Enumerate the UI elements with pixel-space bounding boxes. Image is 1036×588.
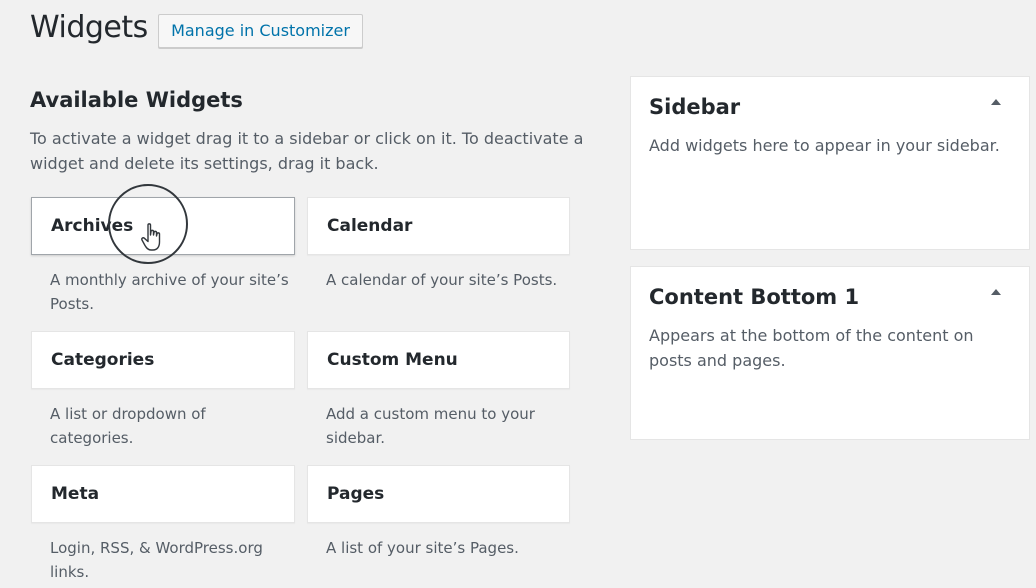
available-widgets-heading: Available Widgets [30,88,243,112]
widget-archives-description: A monthly archive of your site’s Posts. [50,271,289,313]
widget-custom-menu[interactable]: Custom Menu [307,331,570,389]
manage-in-customizer-button[interactable]: Manage in Customizer [158,14,363,48]
content-bottom-1-description: Appears at the bottom of the content on … [649,326,974,370]
widget-meta-description: Login, RSS, & WordPress.org links. [50,539,263,581]
widget-categories[interactable]: Categories [31,331,295,389]
available-widgets-description: To activate a widget drag it to a sideba… [30,129,584,173]
content-bottom-1-widget-area[interactable]: Content Bottom 1 Appears at the bottom o… [630,266,1030,440]
widget-meta[interactable]: Meta [31,465,295,523]
widget-pages-description: A list of your site’s Pages. [326,539,519,557]
arrow-up-icon[interactable] [991,99,1001,105]
hand-pointer-icon [141,223,161,251]
sidebar-widget-area[interactable]: Sidebar Add widgets here to appear in yo… [630,76,1030,250]
widget-custom-menu-description: Add a custom menu to your sidebar. [326,405,535,447]
widget-calendar-description: A calendar of your site’s Posts. [326,271,558,289]
content-bottom-1-title: Content Bottom 1 [649,285,860,309]
widget-calendar[interactable]: Calendar [307,197,570,255]
page-title: Widgets [30,10,148,45]
sidebar-area-title: Sidebar [649,95,741,119]
widget-pages[interactable]: Pages [307,465,570,523]
sidebar-area-description: Add widgets here to appear in your sideb… [649,136,1000,155]
widget-categories-description: A list or dropdown of categories. [50,405,206,447]
arrow-up-icon[interactable] [991,289,1001,295]
